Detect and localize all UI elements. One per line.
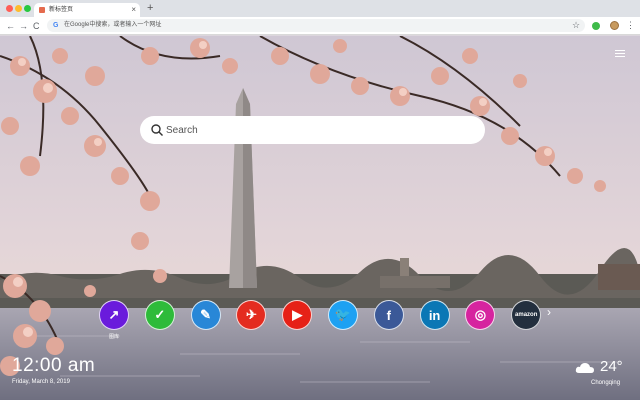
- instagram-icon: ◎: [474, 307, 487, 322]
- clock-date: Friday, March 8, 2019: [12, 379, 70, 385]
- search-box[interactable]: [140, 116, 485, 144]
- browser-menu-icon[interactable]: ⋮: [626, 19, 635, 32]
- temperature: 24°: [600, 358, 623, 375]
- facebook-icon: f: [386, 307, 391, 323]
- twitter-icon: 🐦: [334, 307, 352, 322]
- shortcut-facebook[interactable]: f: [373, 300, 404, 330]
- cherry-blossom-background: [0, 36, 640, 400]
- shortcut-label: 图库: [108, 334, 119, 340]
- maximize-window-button[interactable]: [24, 5, 31, 12]
- linkedin-icon: in: [428, 307, 441, 323]
- game-icon: ✈: [245, 307, 257, 322]
- shortcut-twitter[interactable]: 🐦: [328, 300, 358, 330]
- shortcut-linkedin[interactable]: in: [419, 300, 450, 330]
- weather-city: Chongqing: [591, 380, 621, 386]
- address-text: 在Google中搜索，或者输入一个网址: [64, 22, 162, 28]
- shortcut-amazon[interactable]: amazon: [511, 300, 542, 330]
- profile-avatar[interactable]: [610, 21, 619, 30]
- browser-toolbar: ← → C G 在Google中搜索，或者输入一个网址 ☆ ⋮: [0, 17, 640, 35]
- tasks-icon: ✓: [154, 307, 166, 322]
- shortcut-youtube[interactable]: ▶: [282, 300, 313, 330]
- shortcut-gallery[interactable]: ↗: [99, 300, 129, 330]
- tab-title: 新标签页: [49, 7, 74, 13]
- settings-menu-icon[interactable]: [615, 50, 625, 58]
- address-bar[interactable]: G 在Google中搜索，或者输入一个网址: [47, 19, 585, 32]
- cloud-sun-icon: [575, 363, 594, 373]
- youtube-icon: ▶: [292, 307, 303, 322]
- amazon-icon: amazon: [515, 312, 538, 318]
- new-tab-button[interactable]: +: [147, 2, 153, 15]
- extension-icon[interactable]: [592, 22, 600, 30]
- shortcut-tasks[interactable]: ✓: [144, 300, 175, 330]
- tab-new-tab[interactable]: 新标签页 ×: [34, 3, 140, 17]
- tab-close-icon[interactable]: ×: [131, 4, 136, 15]
- tab-favicon-icon: [39, 7, 45, 13]
- forward-icon[interactable]: →: [19, 20, 28, 32]
- new-tab-page: ↗ 图库 ✓ ✎ ✈ ▶ 🐦 f in ◎ amazon › 12:00 am Friday, Ma…: [0, 36, 640, 400]
- search-icon: [151, 124, 163, 136]
- chevron-right-icon[interactable]: ›: [547, 305, 551, 319]
- close-window-button[interactable]: [6, 5, 13, 12]
- gallery-icon: ↗: [108, 307, 120, 322]
- bookmark-star-icon[interactable]: ☆: [572, 20, 580, 31]
- reload-icon[interactable]: C: [33, 20, 40, 32]
- clock-time: 12:00 am: [12, 355, 96, 376]
- shortcut-notes[interactable]: ✎: [190, 300, 221, 330]
- notes-icon: ✎: [200, 307, 212, 322]
- back-icon[interactable]: ←: [6, 20, 15, 32]
- minimize-window-button[interactable]: [15, 5, 22, 12]
- search-input[interactable]: [166, 121, 466, 139]
- google-icon: G: [53, 22, 59, 29]
- tab-strip: 新标签页 × +: [0, 0, 640, 17]
